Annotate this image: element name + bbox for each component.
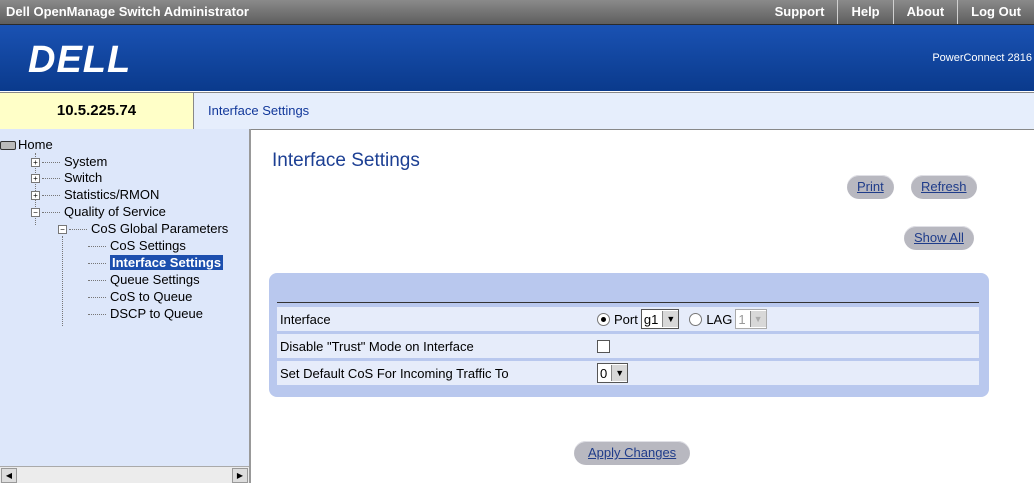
panel-divider (277, 302, 979, 303)
collapse-icon[interactable]: − (58, 225, 67, 235)
sidebar: Home + System + Switch + Statistics/RMON − Q… (0, 129, 251, 483)
tree-dots (88, 263, 106, 265)
tree-item-statistics[interactable]: + Statistics/RMON (31, 187, 159, 203)
tree-dots (42, 195, 60, 197)
trust-controls (597, 334, 610, 358)
chevron-down-icon[interactable]: ▼ (662, 311, 679, 327)
port-select[interactable]: g1 ▼ (640, 309, 680, 329)
default-cos-row: Set Default CoS For Incoming Traffic To … (277, 361, 979, 385)
tree-dots (69, 229, 87, 231)
app-title: Dell OpenManage Switch Administrator (6, 4, 249, 19)
drive-icon (0, 141, 16, 151)
chevron-down-icon[interactable]: ▼ (611, 365, 628, 381)
tree-dots (42, 162, 60, 164)
logout-link[interactable]: Log Out (957, 0, 1034, 24)
trust-label: Disable "Trust" Mode on Interface (280, 339, 474, 354)
default-cos-value: 0 (600, 365, 608, 381)
tree-item-system[interactable]: + System (31, 154, 107, 170)
tree-item-label: DSCP to Queue (110, 306, 203, 321)
tree-item-cos-to-queue[interactable]: CoS to Queue (88, 289, 192, 305)
horizontal-scrollbar[interactable]: ◀ ▶ (0, 466, 249, 483)
tree-item-label: System (64, 154, 108, 169)
lag-select-value: 1 (738, 311, 746, 327)
tree-home-label: Home (18, 137, 53, 152)
tree-dots (88, 314, 106, 316)
tree-home[interactable]: Home (0, 137, 53, 153)
scroll-left-icon[interactable]: ◀ (1, 468, 17, 483)
port-radio[interactable] (597, 312, 610, 326)
tree-dots (42, 178, 60, 180)
tree-dots (88, 297, 106, 299)
dell-logo: DELL (28, 39, 132, 81)
trust-checkbox[interactable] (597, 339, 610, 353)
default-cos-select[interactable]: 0 ▼ (597, 363, 629, 383)
print-button[interactable]: Print (847, 175, 894, 199)
default-cos-controls: 0 ▼ (597, 361, 638, 385)
tree-item-cos-global[interactable]: − CoS Global Parameters (58, 221, 228, 237)
help-link[interactable]: Help (837, 0, 892, 24)
settings-panel: Interface Port g1 ▼ LAG 1 ▼ Disable "Tru… (269, 273, 989, 397)
top-bar: Dell OpenManage Switch Administrator Sup… (0, 0, 1034, 25)
scroll-right-icon[interactable]: ▶ (232, 468, 248, 483)
interface-label: Interface (280, 312, 331, 327)
page-title: Interface Settings (272, 150, 420, 171)
tree-item-label: CoS to Queue (110, 289, 193, 304)
expand-icon[interactable]: + (31, 191, 40, 201)
tree-item-cos-settings[interactable]: CoS Settings (88, 238, 186, 254)
tree-item-switch[interactable]: + Switch (31, 170, 102, 186)
lag-radio[interactable] (689, 312, 703, 326)
brand-bar: DELL PowerConnect 2816 (0, 25, 1034, 91)
tree-item-label: CoS Global Parameters (91, 221, 229, 236)
tree-item-queue-settings[interactable]: Queue Settings (88, 272, 200, 288)
tree-item-label: CoS Settings (110, 238, 186, 253)
port-select-value: g1 (643, 311, 659, 327)
refresh-button[interactable]: Refresh (911, 175, 977, 199)
top-links: Support Help About Log Out (762, 0, 1034, 24)
apply-changes-button[interactable]: Apply Changes (574, 441, 691, 465)
tree-dots (88, 246, 106, 248)
location-row: 10.5.225.74 Interface Settings (0, 92, 1034, 130)
collapse-icon[interactable]: − (31, 208, 40, 218)
tree-item-dscp-to-queue[interactable]: DSCP to Queue (88, 306, 203, 322)
lag-select[interactable]: 1 ▼ (735, 309, 767, 329)
device-ip: 10.5.225.74 (0, 93, 194, 129)
trust-row: Disable "Trust" Mode on Interface (277, 334, 979, 358)
default-cos-label: Set Default CoS For Incoming Traffic To (280, 366, 509, 381)
model-name: PowerConnect 2816 (932, 52, 1032, 64)
expand-icon[interactable]: + (31, 158, 40, 168)
show-all-button[interactable]: Show All (904, 226, 974, 250)
tree-dots (88, 280, 106, 282)
tree-dots (42, 212, 60, 214)
expand-icon[interactable]: + (31, 174, 40, 184)
tree-item-label-selected: Interface Settings (110, 255, 224, 270)
interface-controls: Port g1 ▼ LAG 1 ▼ (597, 307, 777, 331)
support-link[interactable]: Support (762, 0, 838, 24)
port-radio-label: Port (614, 311, 638, 327)
about-link[interactable]: About (892, 0, 958, 24)
interface-row: Interface Port g1 ▼ LAG 1 ▼ (277, 307, 979, 331)
tree-connector (62, 236, 63, 326)
tree-item-qos[interactable]: − Quality of Service (31, 204, 166, 220)
tree-item-label: Queue Settings (110, 272, 200, 287)
main-content: Interface Settings Print Refresh Show Al… (252, 129, 1034, 483)
chevron-down-icon[interactable]: ▼ (749, 311, 766, 327)
lag-radio-label: LAG (706, 311, 733, 327)
tree-item-label: Statistics/RMON (64, 187, 160, 202)
tree-item-label: Quality of Service (64, 204, 166, 219)
breadcrumb: Interface Settings (194, 93, 1034, 129)
tree-item-interface-settings[interactable]: Interface Settings (88, 255, 224, 271)
tree-item-label: Switch (64, 170, 103, 185)
